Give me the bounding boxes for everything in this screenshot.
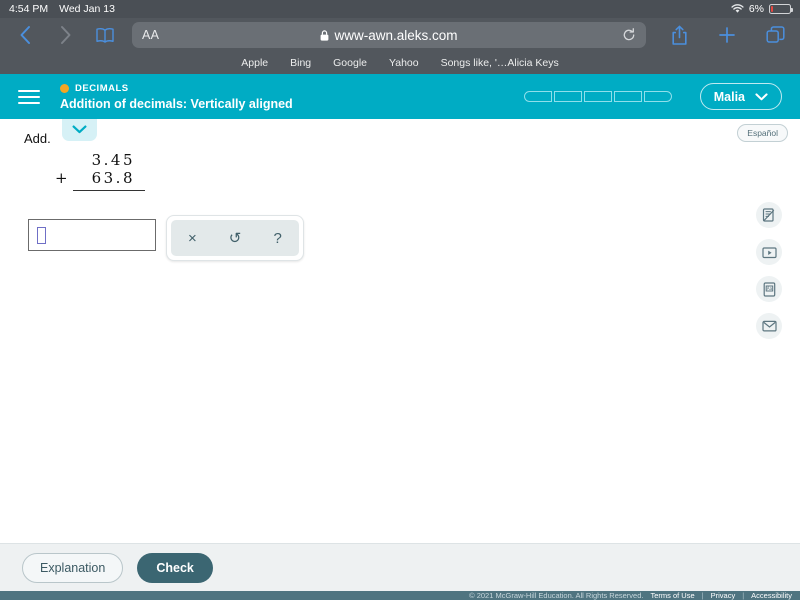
reload-button[interactable]: [622, 28, 636, 42]
battery-percent-label: 6%: [748, 3, 764, 15]
clear-button[interactable]: ×: [177, 223, 207, 253]
scratchpad-icon[interactable]: [756, 202, 782, 228]
help-button[interactable]: ?: [263, 223, 293, 253]
math-toolbar: × ↺ ?: [166, 215, 304, 261]
video-icon[interactable]: [756, 239, 782, 265]
footer-link-terms[interactable]: Terms of Use: [650, 591, 694, 600]
share-icon[interactable]: [666, 22, 692, 48]
check-button[interactable]: Check: [137, 552, 213, 583]
dictionary-icon[interactable]: Aa: [756, 276, 782, 302]
footer-separator: |: [701, 591, 704, 600]
browser-action-icons: [660, 22, 788, 48]
addition-problem: 3.45 + 63.8: [55, 151, 145, 191]
bookmark-songs[interactable]: Songs like, '…Alicia Keys: [441, 57, 559, 69]
url-text: www-awn.aleks.com: [334, 27, 458, 43]
chevron-down-icon: [72, 121, 87, 139]
chevron-down-icon: [755, 88, 768, 106]
bookmark-google[interactable]: Google: [333, 57, 367, 69]
addend-2: 63.8: [91, 169, 135, 187]
message-icon[interactable]: [756, 313, 782, 339]
status-dot-icon: [60, 83, 69, 93]
instruction-label: Add.: [24, 131, 51, 146]
address-bar[interactable]: AA www-awn.aleks.com: [132, 22, 646, 48]
bookmark-apple[interactable]: Apple: [241, 57, 268, 69]
espanol-button[interactable]: Español: [737, 124, 788, 142]
url-display: www-awn.aleks.com: [132, 28, 646, 43]
screen: 4:54 PM Wed Jan 13 6% AA www-awn.aleks.c…: [0, 0, 800, 600]
addend-row-1: 3.45: [55, 151, 145, 169]
progress-segment: [613, 91, 642, 102]
status-bar-time: 4:54 PM: [9, 3, 49, 15]
explanation-button[interactable]: Explanation: [22, 552, 124, 583]
sum-rule-line: [73, 190, 145, 191]
wifi-icon: [731, 4, 744, 14]
answer-input[interactable]: [28, 219, 156, 251]
battery-icon: [769, 4, 793, 14]
status-bar-right: 6%: [731, 3, 793, 15]
browser-toolbar: AA www-awn.aleks.com: [0, 18, 800, 52]
back-button[interactable]: [12, 22, 38, 48]
math-toolbar-inner: × ↺ ?: [171, 220, 299, 256]
progress-bar: [523, 91, 672, 102]
footer-copyright: © 2021 McGraw-Hill Education. All Rights…: [469, 591, 644, 600]
footer-link-accessibility[interactable]: Accessibility: [751, 591, 792, 600]
svg-text:Aa: Aa: [766, 286, 772, 291]
book-icon[interactable]: [92, 22, 118, 48]
bookmarks-bar: Apple Bing Google Yahoo Songs like, '…Al…: [0, 52, 800, 74]
progress-segment: [553, 91, 582, 102]
exercise-content: Español Add. 3.45 + 63.8 × ↺ ? Aa: [0, 119, 800, 543]
forward-button[interactable]: [52, 22, 78, 48]
addend-1: 3.45: [91, 151, 135, 169]
action-bar: Explanation Check: [0, 543, 800, 591]
bookmark-bing[interactable]: Bing: [290, 57, 311, 69]
operator: +: [55, 169, 71, 187]
topic-label: DECIMALS: [75, 82, 129, 94]
progress-segment: [643, 91, 672, 102]
addend-row-2: + 63.8: [55, 169, 145, 187]
status-bar-date: Wed Jan 13: [59, 3, 115, 15]
text-size-button[interactable]: AA: [142, 28, 159, 42]
lock-icon: [321, 29, 329, 41]
hamburger-menu-icon[interactable]: [18, 89, 40, 104]
ios-status-bar: 4:54 PM Wed Jan 13 6%: [0, 0, 800, 18]
status-bar-left: 4:54 PM Wed Jan 13: [9, 3, 115, 15]
footer-link-privacy[interactable]: Privacy: [711, 591, 736, 600]
tabs-icon[interactable]: [762, 22, 788, 48]
bookmark-yahoo[interactable]: Yahoo: [389, 57, 419, 69]
user-menu-button[interactable]: Malia: [699, 83, 782, 110]
undo-button[interactable]: ↺: [220, 223, 250, 253]
progress-segment: [583, 91, 612, 102]
progress-segment: [523, 91, 552, 102]
header-titles: DECIMALS Addition of decimals: Verticall…: [60, 83, 293, 111]
footer-separator: |: [742, 591, 745, 600]
plus-icon[interactable]: [714, 22, 740, 48]
footer: © 2021 McGraw-Hill Education. All Rights…: [0, 591, 800, 600]
topic-row: DECIMALS: [60, 83, 293, 94]
aleks-header: DECIMALS Addition of decimals: Verticall…: [0, 74, 800, 119]
page-title: Addition of decimals: Vertically aligned: [60, 96, 293, 111]
side-tools: Aa: [756, 202, 782, 339]
user-name-label: Malia: [713, 89, 745, 104]
empty-answer-box-icon: [37, 226, 46, 244]
collapse-panel-button[interactable]: [62, 119, 97, 141]
